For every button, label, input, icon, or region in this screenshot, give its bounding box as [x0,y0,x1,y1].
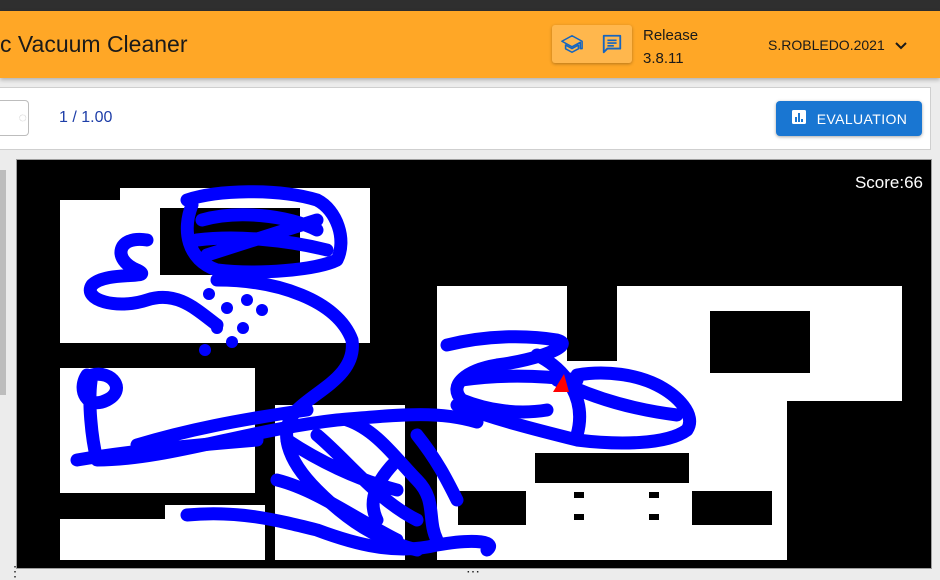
evaluation-label: EVALUATION [816,110,908,127]
resize-handle-bottom[interactable]: ⋯ [466,563,480,580]
header-icon-group [552,25,632,63]
left-scrollbar[interactable] [0,170,6,395]
score-label: Score:66 [854,173,923,192]
app-title: c Vacuum Cleaner [0,31,188,57]
release-version: 3.8.11 [643,50,684,67]
school-icon[interactable] [560,32,584,56]
input-icon: ◌ [18,109,27,125]
speed-ratio: 1 / 1.00 [59,109,113,126]
user-name: S.ROBLEDO.2021 [768,37,885,53]
chevron-down-icon [895,37,907,53]
evaluation-button[interactable]: EVALUATION [776,101,922,136]
app-header: c Vacuum Cleaner Release 3.8.11 S.ROBLED… [0,11,940,78]
chat-icon[interactable] [600,32,624,56]
toolbar: ◌ 1 / 1.00 EVALUATION [0,87,931,150]
resize-handle-left[interactable]: ⋮ [8,563,22,580]
browser-top-strip [0,0,940,11]
speed-input[interactable]: ◌ [0,100,29,136]
release-label: Release [643,27,699,44]
vacuum-map-canvas: Score:66 [16,159,932,569]
user-menu[interactable]: S.ROBLEDO.2021 [768,37,907,53]
house-map [60,185,902,561]
bar-chart-icon [791,109,807,128]
release-info: Release 3.8.11 [643,24,698,70]
